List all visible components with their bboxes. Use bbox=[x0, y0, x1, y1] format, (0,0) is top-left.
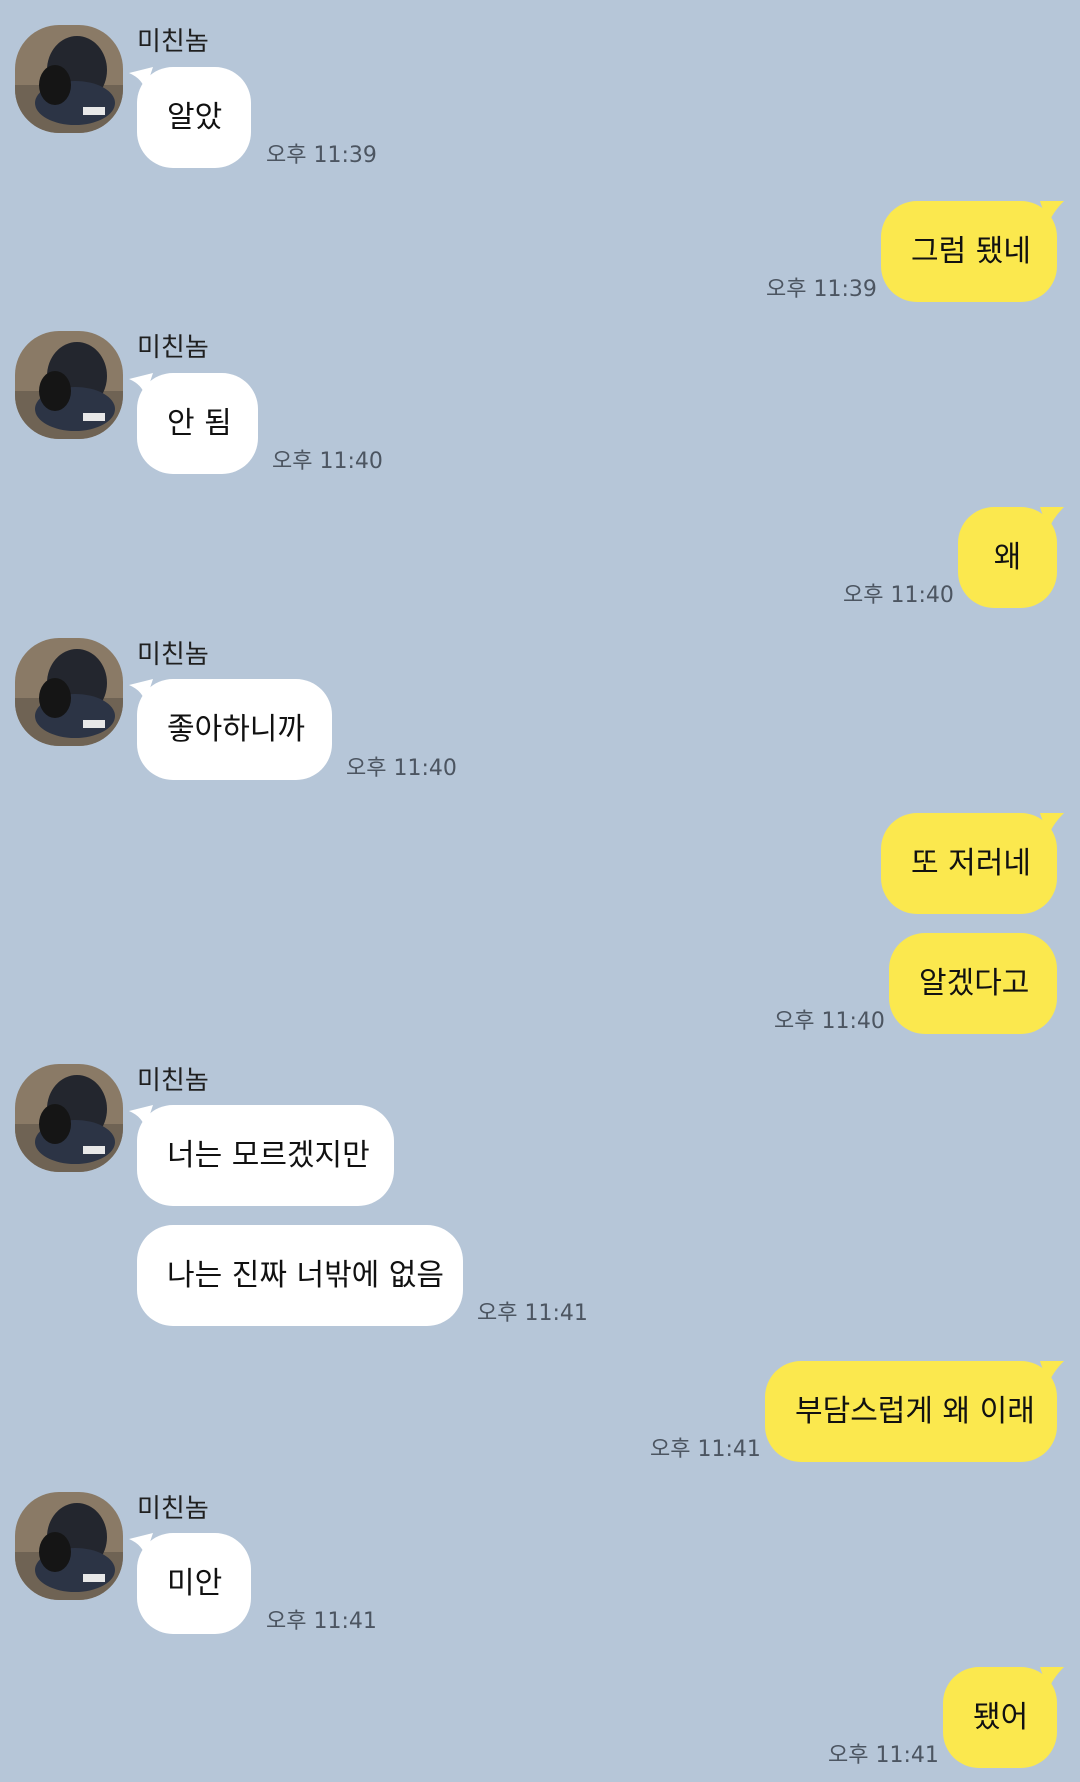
message-timestamp: 오후 11:41 bbox=[828, 1743, 939, 1768]
message-bubble-outgoing[interactable]: 그럼 됐네 bbox=[881, 201, 1057, 302]
message-bubble-outgoing[interactable]: 알겠다고 bbox=[889, 933, 1057, 1034]
bubble-tail bbox=[1040, 813, 1064, 837]
message-timestamp: 오후 11:41 bbox=[477, 1301, 588, 1326]
sender-name: 미친놈 bbox=[137, 333, 209, 363]
message-bubble-incoming[interactable]: 알았 bbox=[137, 67, 251, 168]
message-bubble-incoming[interactable]: 미안 bbox=[137, 1533, 251, 1634]
avatar[interactable] bbox=[15, 1492, 123, 1600]
bubble-tail bbox=[1040, 201, 1064, 225]
sender-name: 미친놈 bbox=[137, 27, 209, 57]
message-bubble-incoming[interactable]: 좋아하니까 bbox=[137, 679, 332, 780]
bubble-tail bbox=[1040, 507, 1064, 531]
avatar[interactable] bbox=[15, 1064, 123, 1172]
message-bubble-incoming[interactable]: 안 됨 bbox=[137, 373, 258, 474]
message-timestamp: 오후 11:41 bbox=[650, 1437, 761, 1462]
message-timestamp: 오후 11:40 bbox=[774, 1009, 885, 1034]
message-timestamp: 오후 11:39 bbox=[266, 143, 377, 168]
message-bubble-outgoing[interactable]: 또 저러네 bbox=[881, 813, 1057, 914]
bubble-tail bbox=[1040, 1361, 1064, 1385]
sender-name: 미친놈 bbox=[137, 1494, 209, 1524]
sender-name: 미친놈 bbox=[137, 640, 209, 670]
message-timestamp: 오후 11:40 bbox=[272, 449, 383, 474]
bubble-tail bbox=[1040, 1667, 1064, 1691]
sender-name: 미친놈 bbox=[137, 1066, 209, 1096]
message-bubble-incoming[interactable]: 너는 모르겠지만 bbox=[137, 1105, 394, 1206]
message-timestamp: 오후 11:39 bbox=[766, 277, 877, 302]
message-timestamp: 오후 11:40 bbox=[346, 756, 457, 781]
message-timestamp: 오후 11:40 bbox=[843, 583, 954, 608]
message-bubble-incoming[interactable]: 나는 진짜 너밖에 없음 bbox=[137, 1225, 463, 1326]
message-bubble-outgoing[interactable]: 부담스럽게 왜 이래 bbox=[765, 1361, 1057, 1462]
avatar[interactable] bbox=[15, 25, 123, 133]
avatar[interactable] bbox=[15, 638, 123, 746]
avatar[interactable] bbox=[15, 331, 123, 439]
message-timestamp: 오후 11:41 bbox=[266, 1609, 377, 1634]
